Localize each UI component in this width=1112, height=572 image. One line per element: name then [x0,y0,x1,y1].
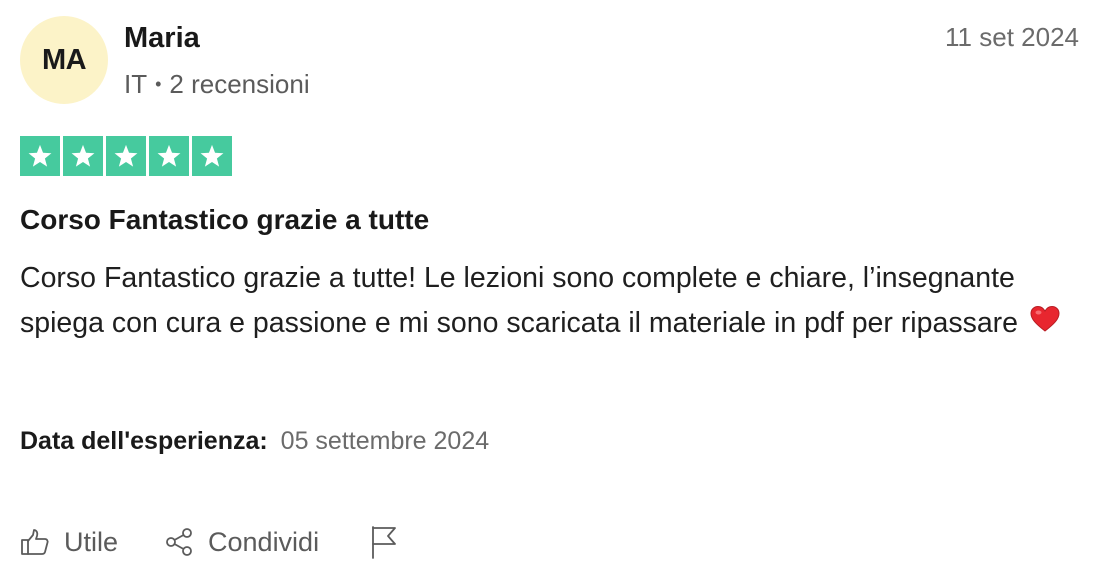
experience-date: 05 settembre 2024 [280,427,490,455]
review-card: MA Maria IT • 2 recensioni 11 set 2024 C… [0,0,1112,572]
heart-emoji-icon [1030,302,1060,347]
useful-button[interactable]: Utile [20,527,118,558]
avatar[interactable]: MA [20,16,108,104]
reviewer-review-count: 2 recensioni [169,69,310,99]
reviewer-name[interactable]: Maria [124,20,200,56]
reviewer-meta: IT • 2 recensioni [124,68,310,100]
share-button[interactable]: Condividi [164,527,319,558]
meta-separator: • [155,74,162,94]
share-label: Condividi [208,526,320,557]
report-button[interactable] [369,525,399,559]
star-icon [192,136,232,176]
experience-date-line: Data dell'esperienza: 05 settembre 2024 [20,424,489,458]
star-rating [20,136,232,176]
star-icon [106,136,146,176]
flag-icon [369,525,399,559]
review-actions: Utile Condividi [20,520,399,564]
star-icon [63,136,103,176]
review-body: Corso Fantastico grazie a tutte! Le lezi… [20,256,1090,347]
useful-label: Utile [64,526,119,557]
reviewer-country: IT [124,69,148,99]
experience-label: Data dell'esperienza: [20,427,268,455]
avatar-initials: MA [41,43,87,76]
thumbs-up-icon [20,527,50,557]
review-title: Corso Fantastico grazie a tutte [20,204,430,235]
star-icon [20,136,60,176]
share-icon [164,527,194,557]
star-icon [149,136,189,176]
review-body-text: Corso Fantastico grazie a tutte! Le lezi… [20,262,1019,339]
review-date: 11 set 2024 [945,22,1079,52]
